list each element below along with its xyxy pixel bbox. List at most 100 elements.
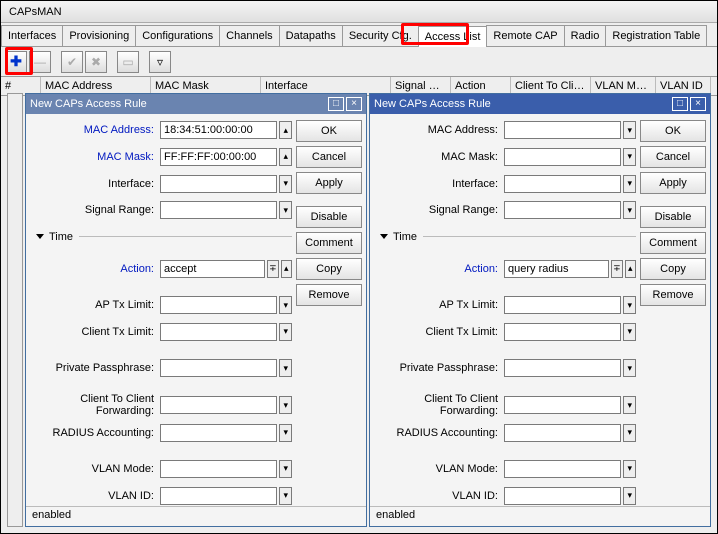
passphrase-input[interactable] — [160, 359, 277, 377]
tab-provisioning[interactable]: Provisioning — [62, 25, 136, 46]
mac-address-input[interactable] — [504, 121, 621, 139]
expand-icon[interactable]: ▾ — [279, 487, 292, 505]
main-area: New CAPs Access Rule □ × MAC Address:▴ M… — [7, 93, 711, 527]
expand-icon[interactable]: ▾ — [623, 148, 636, 166]
disable-button[interactable]: Disable — [640, 206, 706, 228]
add-button[interactable]: ✚ — [5, 51, 27, 73]
comment-button[interactable]: Comment — [640, 232, 706, 254]
cancel-button[interactable]: Cancel — [640, 146, 706, 168]
expand-icon[interactable]: ▾ — [623, 323, 636, 341]
collapse-icon[interactable]: ▴ — [281, 260, 292, 278]
action-input[interactable] — [160, 260, 265, 278]
dialog-title-bar[interactable]: New CAPs Access Rule □ × — [370, 94, 710, 114]
radius-input[interactable] — [504, 424, 621, 442]
maximize-icon[interactable]: □ — [672, 97, 688, 111]
expand-icon[interactable]: ▾ — [623, 424, 636, 442]
mac-address-label: MAC Address: — [30, 124, 160, 136]
action-input[interactable] — [504, 260, 609, 278]
comment-button[interactable]: ▭ — [117, 51, 139, 73]
vlan-mode-input[interactable] — [504, 460, 621, 478]
tab-remote-cap[interactable]: Remote CAP — [486, 25, 564, 46]
ctc-label: Client To Client Forwarding: — [30, 393, 160, 417]
ctc-input[interactable] — [160, 396, 277, 414]
filter-button[interactable]: ▿ — [149, 51, 171, 73]
time-section[interactable]: Time — [30, 231, 292, 243]
apply-button[interactable]: Apply — [640, 172, 706, 194]
tab-security-cfg-[interactable]: Security Cfg. — [342, 25, 419, 46]
client-tx-input[interactable] — [504, 323, 621, 341]
passphrase-input[interactable] — [504, 359, 621, 377]
vlan-mode-input[interactable] — [160, 460, 277, 478]
ctc-label: Client To Client Forwarding: — [374, 393, 504, 417]
tab-interfaces[interactable]: Interfaces — [1, 25, 63, 46]
expand-icon[interactable]: ▾ — [279, 175, 292, 193]
collapse-icon[interactable]: ▴ — [625, 260, 636, 278]
cancel-button[interactable]: Cancel — [296, 146, 362, 168]
copy-button[interactable]: Copy — [296, 258, 362, 280]
signal-range-input[interactable] — [160, 201, 277, 219]
vlan-mode-label: VLAN Mode: — [30, 463, 160, 475]
mac-address-input[interactable] — [160, 121, 277, 139]
interface-input[interactable] — [160, 175, 277, 193]
signal-range-input[interactable] — [504, 201, 621, 219]
interface-label: Interface: — [30, 178, 160, 190]
tab-bar: InterfacesProvisioningConfigurationsChan… — [1, 23, 717, 47]
expand-icon[interactable]: ▾ — [623, 359, 636, 377]
dropdown-icon[interactable]: ∓ — [267, 260, 278, 278]
ok-button[interactable]: OK — [640, 120, 706, 142]
remove-button[interactable]: — — [29, 51, 51, 73]
close-icon[interactable]: × — [346, 97, 362, 111]
expand-icon[interactable]: ▾ — [279, 396, 292, 414]
remove-button[interactable]: Remove — [640, 284, 706, 306]
expand-icon[interactable]: ▾ — [279, 424, 292, 442]
comment-button[interactable]: Comment — [296, 232, 362, 254]
ctc-input[interactable] — [504, 396, 621, 414]
close-icon[interactable]: × — [690, 97, 706, 111]
dialog-title-bar[interactable]: New CAPs Access Rule □ × — [26, 94, 366, 114]
expand-icon[interactable]: ▾ — [623, 121, 636, 139]
vlan-id-input[interactable] — [160, 487, 277, 505]
remove-button[interactable]: Remove — [296, 284, 362, 306]
apply-button[interactable]: Apply — [296, 172, 362, 194]
expand-icon[interactable]: ▾ — [623, 201, 636, 219]
expand-icon[interactable]: ▾ — [623, 460, 636, 478]
copy-button[interactable]: Copy — [640, 258, 706, 280]
mac-mask-input[interactable] — [504, 148, 621, 166]
dialog-title: New CAPs Access Rule — [30, 98, 147, 110]
ap-tx-input[interactable] — [504, 296, 621, 314]
expand-icon[interactable]: ▾ — [623, 296, 636, 314]
window-title: CAPsMAN — [1, 1, 717, 23]
disable-button[interactable]: ✖ — [85, 51, 107, 73]
expand-icon[interactable]: ▾ — [279, 201, 292, 219]
client-tx-input[interactable] — [160, 323, 277, 341]
radius-input[interactable] — [160, 424, 277, 442]
mac-mask-input[interactable] — [160, 148, 277, 166]
time-section[interactable]: Time — [374, 231, 636, 243]
enable-button[interactable]: ✔ — [61, 51, 83, 73]
expand-icon[interactable]: ▾ — [279, 323, 292, 341]
expand-icon[interactable]: ▾ — [623, 175, 636, 193]
funnel-icon: ▿ — [157, 55, 163, 69]
vlan-id-input[interactable] — [504, 487, 621, 505]
tab-access-list[interactable]: Access List — [418, 26, 488, 47]
maximize-icon[interactable]: □ — [328, 97, 344, 111]
collapse-icon[interactable]: ▴ — [279, 121, 292, 139]
collapse-icon[interactable]: ▴ — [279, 148, 292, 166]
expand-icon[interactable]: ▾ — [279, 359, 292, 377]
tab-registration-table[interactable]: Registration Table — [605, 25, 707, 46]
form-left: MAC Address:▴ MAC Mask:▴ Interface:▾ Sig… — [30, 120, 296, 506]
expand-icon[interactable]: ▾ — [279, 460, 292, 478]
dropdown-icon[interactable]: ∓ — [611, 260, 622, 278]
expand-icon[interactable]: ▾ — [623, 487, 636, 505]
disable-button[interactable]: Disable — [296, 206, 362, 228]
interface-input[interactable] — [504, 175, 621, 193]
tab-channels[interactable]: Channels — [219, 25, 279, 46]
tab-radio[interactable]: Radio — [564, 25, 607, 46]
expand-icon[interactable]: ▾ — [279, 296, 292, 314]
tab-datapaths[interactable]: Datapaths — [279, 25, 343, 46]
ok-button[interactable]: OK — [296, 120, 362, 142]
vlan-id-label: VLAN ID: — [374, 490, 504, 502]
tab-configurations[interactable]: Configurations — [135, 25, 220, 46]
expand-icon[interactable]: ▾ — [623, 396, 636, 414]
ap-tx-input[interactable] — [160, 296, 277, 314]
